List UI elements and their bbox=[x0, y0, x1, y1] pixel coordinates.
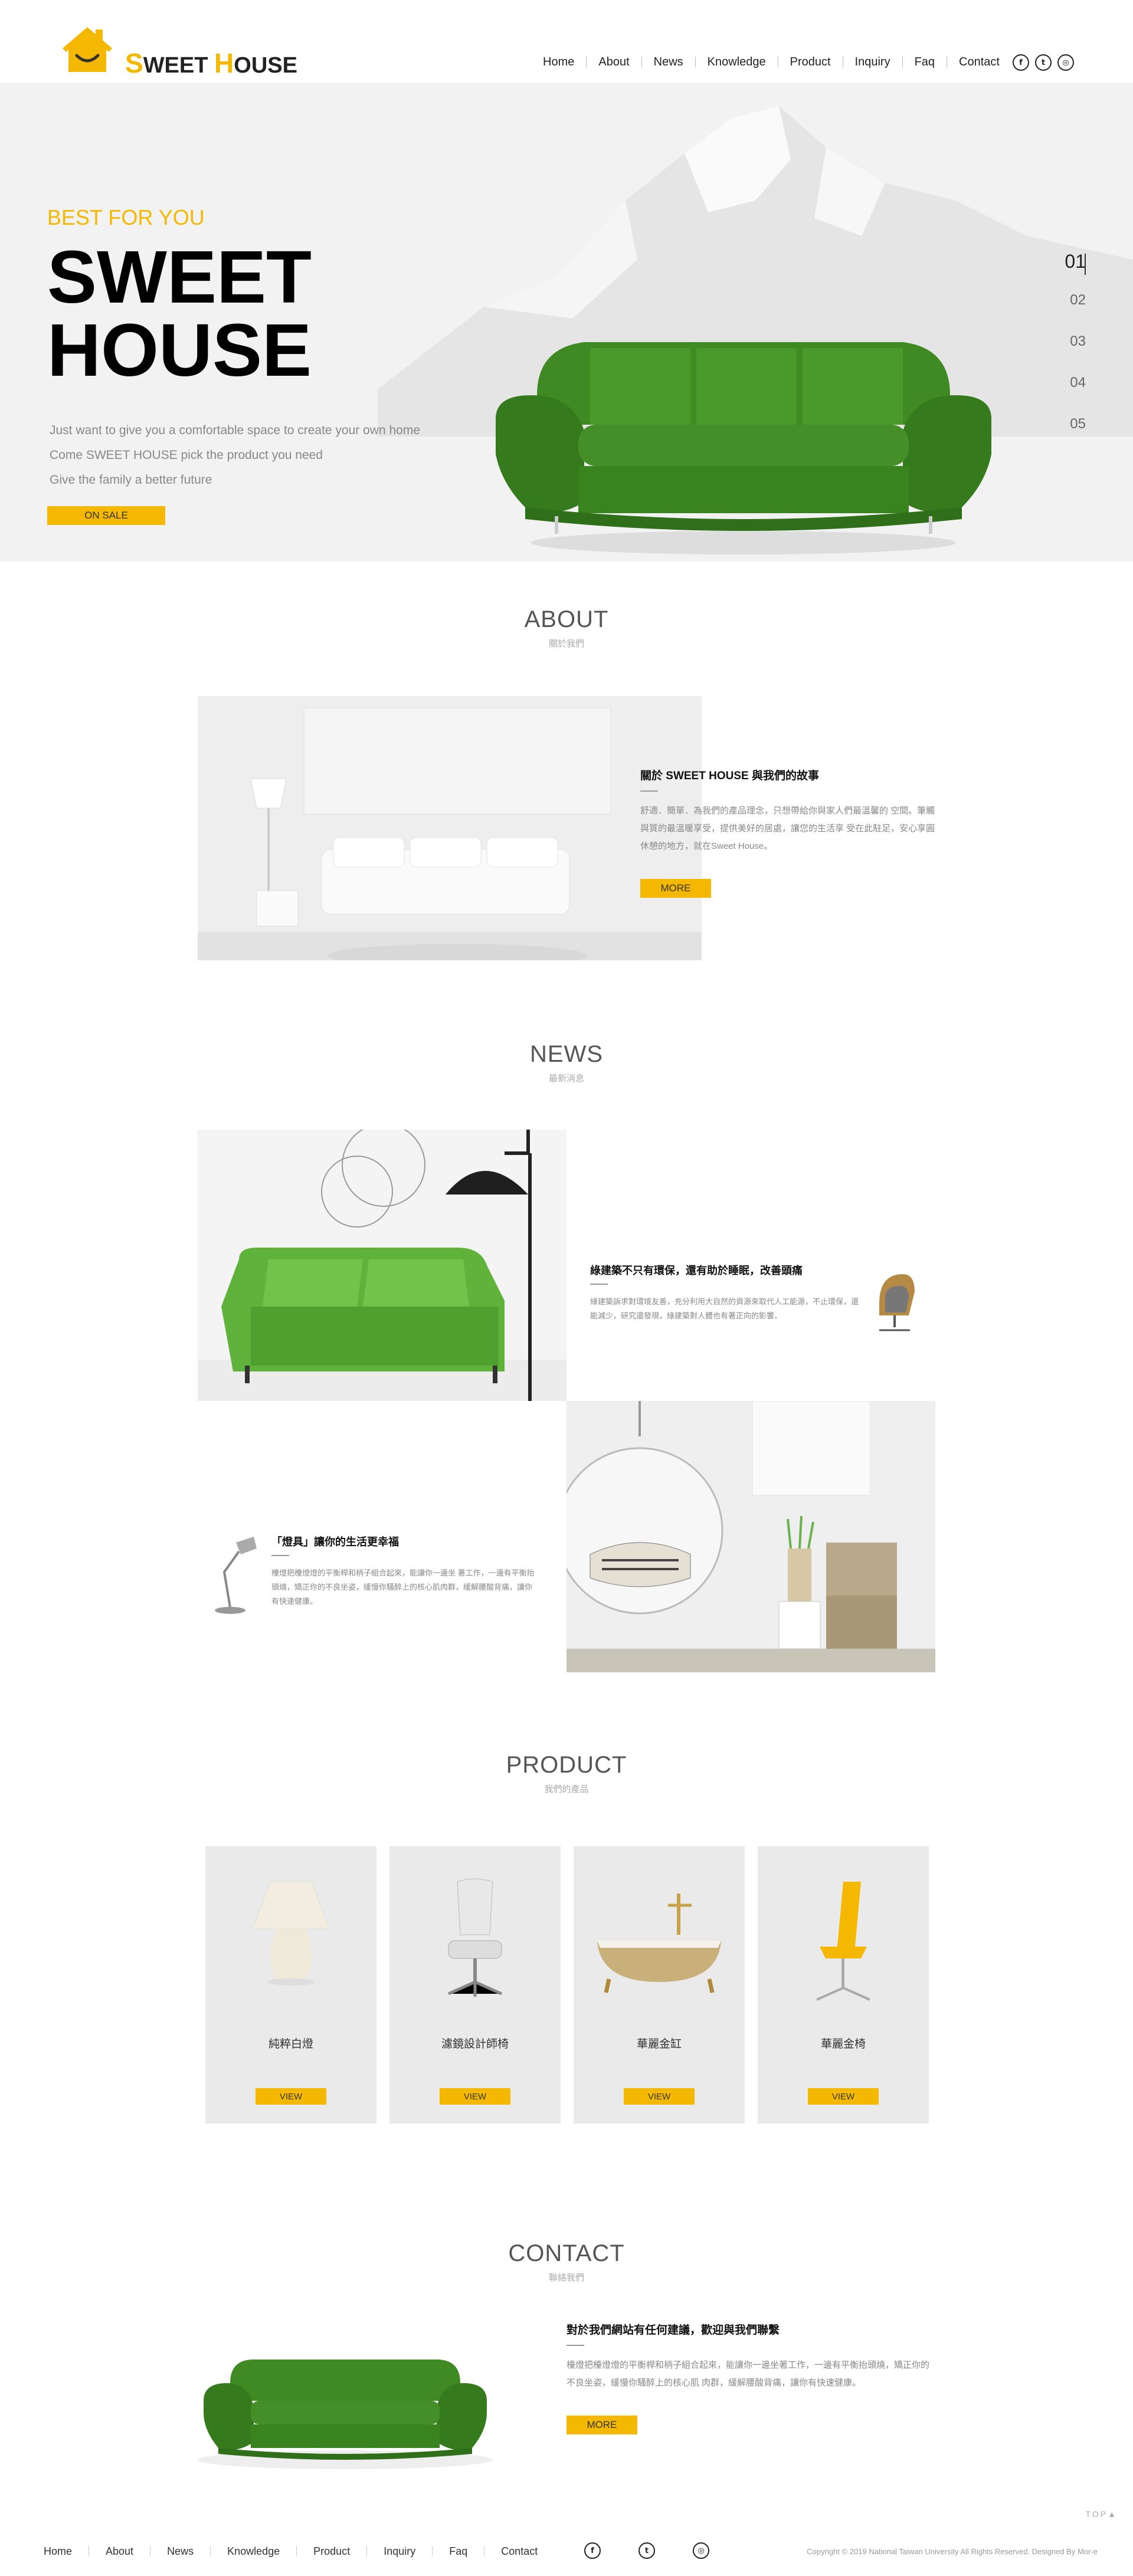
product-card[interactable]: 華麗金椅 VIEW bbox=[758, 1846, 929, 2124]
product-name: 華麗金缸 bbox=[636, 2038, 682, 2050]
news-title: NEWS bbox=[530, 1041, 603, 1067]
footer-nav-news[interactable]: News bbox=[150, 2546, 211, 2557]
nav-knowledge[interactable]: Knowledge bbox=[696, 56, 778, 68]
footer-nav-knowledge[interactable]: Knowledge bbox=[211, 2546, 297, 2557]
twitter-icon[interactable]: t bbox=[1035, 54, 1052, 71]
about-body: 舒適．簡單．為我們的產品理念，只想帶給你與家人們最溫馨的 空間。筆觸與質的最溫暖… bbox=[640, 806, 935, 851]
hero-pager: 01 02 03 04 05 bbox=[1065, 251, 1086, 457]
pager-active-marker bbox=[1085, 254, 1086, 275]
news-1-body: 綠建築訴求對環境友善，充分利用大自然的資源來取代人工能源，不止環保，還能減少，研… bbox=[590, 1297, 859, 1320]
pager-item[interactable]: 05 bbox=[1065, 416, 1086, 457]
news-1-rule bbox=[590, 1284, 608, 1285]
news-2-lamp-thumb bbox=[215, 1537, 257, 1614]
news-2-body: 檯燈把檯燈燈的平衡桿和柄子組合起來，能讓你一邊坐 著工作，一邊有平衡抬頭燒，矯正… bbox=[271, 1568, 535, 1606]
footer-social: f t ◎ bbox=[584, 2542, 709, 2559]
footer-nav-about[interactable]: About bbox=[89, 2546, 151, 2557]
yellow-chair-image bbox=[816, 1882, 870, 2001]
house-logo-icon[interactable] bbox=[58, 25, 117, 74]
gold-bathtub-image bbox=[597, 1894, 721, 1993]
product-name: 華麗金椅 bbox=[820, 2038, 866, 2050]
news-image-green-sofa[interactable] bbox=[198, 1130, 566, 1401]
facebook-icon[interactable]: f bbox=[584, 2542, 601, 2559]
about-title: ABOUT bbox=[524, 606, 609, 632]
about-heading: 關於 SWEET HOUSE 與我們的故事 bbox=[640, 770, 819, 782]
facebook-icon[interactable]: f bbox=[1013, 54, 1029, 71]
back-to-top[interactable]: TOP▲ bbox=[1086, 2509, 1118, 2519]
view-button[interactable]: VIEW bbox=[256, 2088, 326, 2105]
product-card[interactable]: 濾鏡設計師椅 VIEW bbox=[389, 1846, 561, 2124]
footer-nav-inquiry[interactable]: Inquiry bbox=[367, 2546, 433, 2557]
nav-product[interactable]: Product bbox=[778, 56, 843, 68]
site-footer: TOP▲ Home About News Knowledge Product I… bbox=[0, 2509, 1133, 2576]
nav-news[interactable]: News bbox=[642, 56, 696, 68]
nav-home[interactable]: Home bbox=[531, 56, 587, 68]
contact-subtitle: 聯絡我們 bbox=[548, 2273, 584, 2283]
product-subtitle: 我們的產品 bbox=[544, 1784, 589, 1794]
product-card[interactable]: 純粹白燈 VIEW bbox=[205, 1846, 376, 2124]
news-1-heading[interactable]: 綠建築不只有環保，還有助於睡眠，改善頭痛 bbox=[590, 1262, 803, 1278]
hero-banner: BEST FOR YOU SWEET HOUSE Just want to gi… bbox=[0, 83, 1133, 562]
instagram-icon[interactable]: ◎ bbox=[693, 2542, 709, 2559]
news-image-bubble-chair[interactable] bbox=[566, 1401, 935, 1672]
brand-wordmark[interactable]: SWEET HOUSE bbox=[125, 47, 297, 79]
contact-title: CONTACT bbox=[508, 2240, 625, 2266]
nav-contact[interactable]: Contact bbox=[947, 56, 1011, 68]
main-nav: Home About News Knowledge Product Inquir… bbox=[531, 56, 1011, 68]
contact-sofa-image bbox=[198, 2360, 493, 2469]
nav-faq[interactable]: Faq bbox=[903, 56, 948, 68]
about-image bbox=[198, 696, 702, 960]
hero-title: SWEET HOUSE bbox=[47, 235, 312, 392]
news-2-heading[interactable]: 「燈具」讓你的生活更幸福 bbox=[271, 1534, 399, 1549]
about-subtitle: 關於我們 bbox=[548, 639, 584, 649]
contact-body: 檯燈把檯燈燈的平衡桿和柄子組合起來，能讓你一邊坐著工作，一邊有平衡抬頭燒，矯正你… bbox=[566, 2360, 930, 2388]
footer-nav-home[interactable]: Home bbox=[35, 2546, 90, 2557]
twitter-icon[interactable]: t bbox=[638, 2542, 655, 2559]
white-lamp-image bbox=[252, 1881, 330, 1986]
hero-line-3: Give the family a better future bbox=[50, 473, 212, 487]
nav-about[interactable]: About bbox=[587, 56, 642, 68]
product-card[interactable]: 華麗金缸 VIEW bbox=[574, 1846, 745, 2124]
pager-item[interactable]: 01 bbox=[1065, 251, 1086, 292]
about-rule bbox=[640, 790, 658, 792]
view-button[interactable]: VIEW bbox=[440, 2088, 510, 2105]
contact-rule bbox=[566, 2345, 584, 2346]
on-sale-button[interactable]: ON SALE bbox=[47, 506, 165, 525]
site-header: SWEET HOUSE Home About News Knowledge Pr… bbox=[0, 0, 1133, 83]
pager-item[interactable]: 03 bbox=[1065, 333, 1086, 375]
footer-nav-contact[interactable]: Contact bbox=[484, 2546, 554, 2557]
product-title: PRODUCT bbox=[506, 1752, 627, 1778]
footer-nav-faq[interactable]: Faq bbox=[433, 2546, 485, 2557]
footer-nav-product[interactable]: Product bbox=[297, 2546, 368, 2557]
news-subtitle: 最新消息 bbox=[548, 1074, 584, 1084]
contact-heading: 對於我們網站有任何建議，歡迎與我們聯繫 bbox=[566, 2324, 780, 2337]
header-social: f t ◎ bbox=[1013, 54, 1074, 71]
hero-line-2: Come SWEET HOUSE pick the product you ne… bbox=[50, 448, 323, 462]
copyright-text: Copyright © 2019 National Taiwan Univers… bbox=[807, 2547, 1098, 2556]
nav-inquiry[interactable]: Inquiry bbox=[843, 56, 903, 68]
news-2-rule bbox=[271, 1555, 289, 1556]
product-name: 濾鏡設計師椅 bbox=[441, 2038, 509, 2050]
footer-nav: Home About News Knowledge Product Inquir… bbox=[35, 2546, 554, 2557]
green-sofa-image bbox=[496, 342, 991, 554]
view-button[interactable]: VIEW bbox=[808, 2088, 879, 2105]
view-button[interactable]: VIEW bbox=[624, 2088, 695, 2105]
news-1-chair-thumb bbox=[879, 1274, 915, 1331]
instagram-icon[interactable]: ◎ bbox=[1057, 54, 1074, 71]
contact-more-button[interactable]: MORE bbox=[566, 2416, 637, 2434]
office-chair-image bbox=[447, 1878, 503, 1997]
pager-item[interactable]: 04 bbox=[1065, 375, 1086, 416]
pager-item[interactable]: 02 bbox=[1065, 292, 1086, 333]
about-more-button[interactable]: MORE bbox=[640, 879, 711, 898]
hero-line-1: Just want to give you a comfortable spac… bbox=[50, 424, 421, 437]
product-name: 純粹白燈 bbox=[268, 2038, 313, 2050]
hero-tag: BEST FOR YOU bbox=[47, 205, 205, 229]
